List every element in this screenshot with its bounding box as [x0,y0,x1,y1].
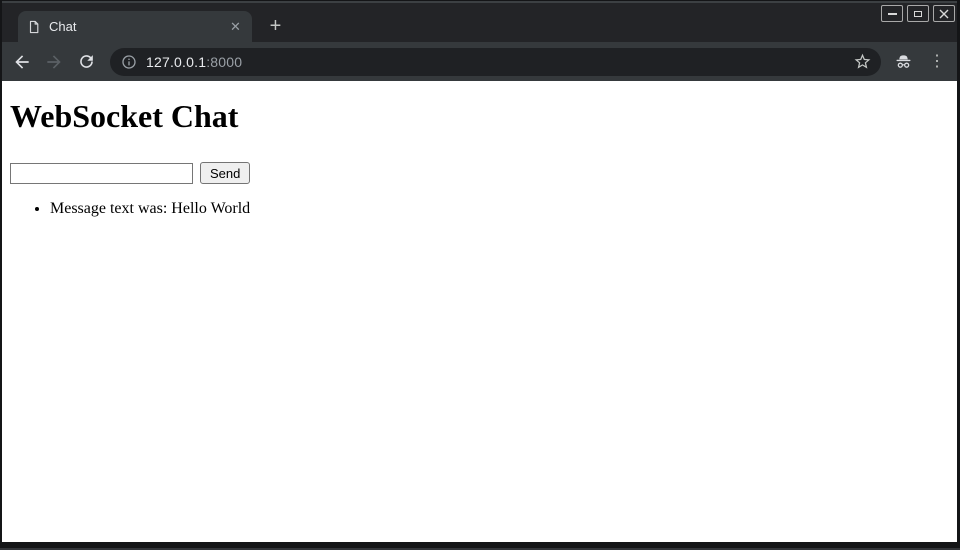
reload-icon [77,52,96,71]
browser-toolbar: 127.0.0.1:8000 [2,42,957,81]
back-arrow-icon [12,52,32,72]
maximize-button[interactable] [907,5,929,22]
incognito-icon [891,50,915,74]
send-button[interactable]: Send [200,162,250,184]
message-input[interactable] [10,163,193,184]
url-text: 127.0.0.1:8000 [146,54,242,70]
page-content: WebSocket Chat Send Message text was: He… [2,81,957,542]
tab-strip: Chat ✕ + [2,1,957,42]
message-list: Message text was: Hello World [10,199,949,218]
tab-title: Chat [49,19,227,34]
address-bar[interactable]: 127.0.0.1:8000 [110,48,881,76]
star-icon [853,52,872,71]
info-icon [121,54,137,70]
forward-arrow-icon [44,52,64,72]
close-icon [939,9,949,19]
maximize-icon [914,11,922,17]
minimize-button[interactable] [881,5,903,22]
browser-window: Chat ✕ + [0,0,960,550]
browser-tab[interactable]: Chat ✕ [18,11,252,42]
url-port: :8000 [206,54,242,70]
back-button[interactable] [10,50,34,74]
window-controls [881,5,955,22]
reload-button[interactable] [74,50,98,74]
minimize-icon [888,13,897,15]
bookmark-star-button[interactable] [851,51,873,73]
site-info-button[interactable] [120,51,138,73]
message-form: Send [10,162,949,184]
message-item: Message text was: Hello World [50,199,949,218]
tab-close-icon[interactable]: ✕ [227,18,244,35]
page-title: WebSocket Chat [10,98,949,135]
toolbar-right: ⋮ [891,50,949,74]
document-icon [27,20,41,34]
url-host: 127.0.0.1 [146,54,206,70]
new-tab-button[interactable]: + [262,13,289,40]
menu-kebab-icon[interactable]: ⋮ [925,50,949,74]
forward-button[interactable] [42,50,66,74]
close-button[interactable] [933,5,955,22]
